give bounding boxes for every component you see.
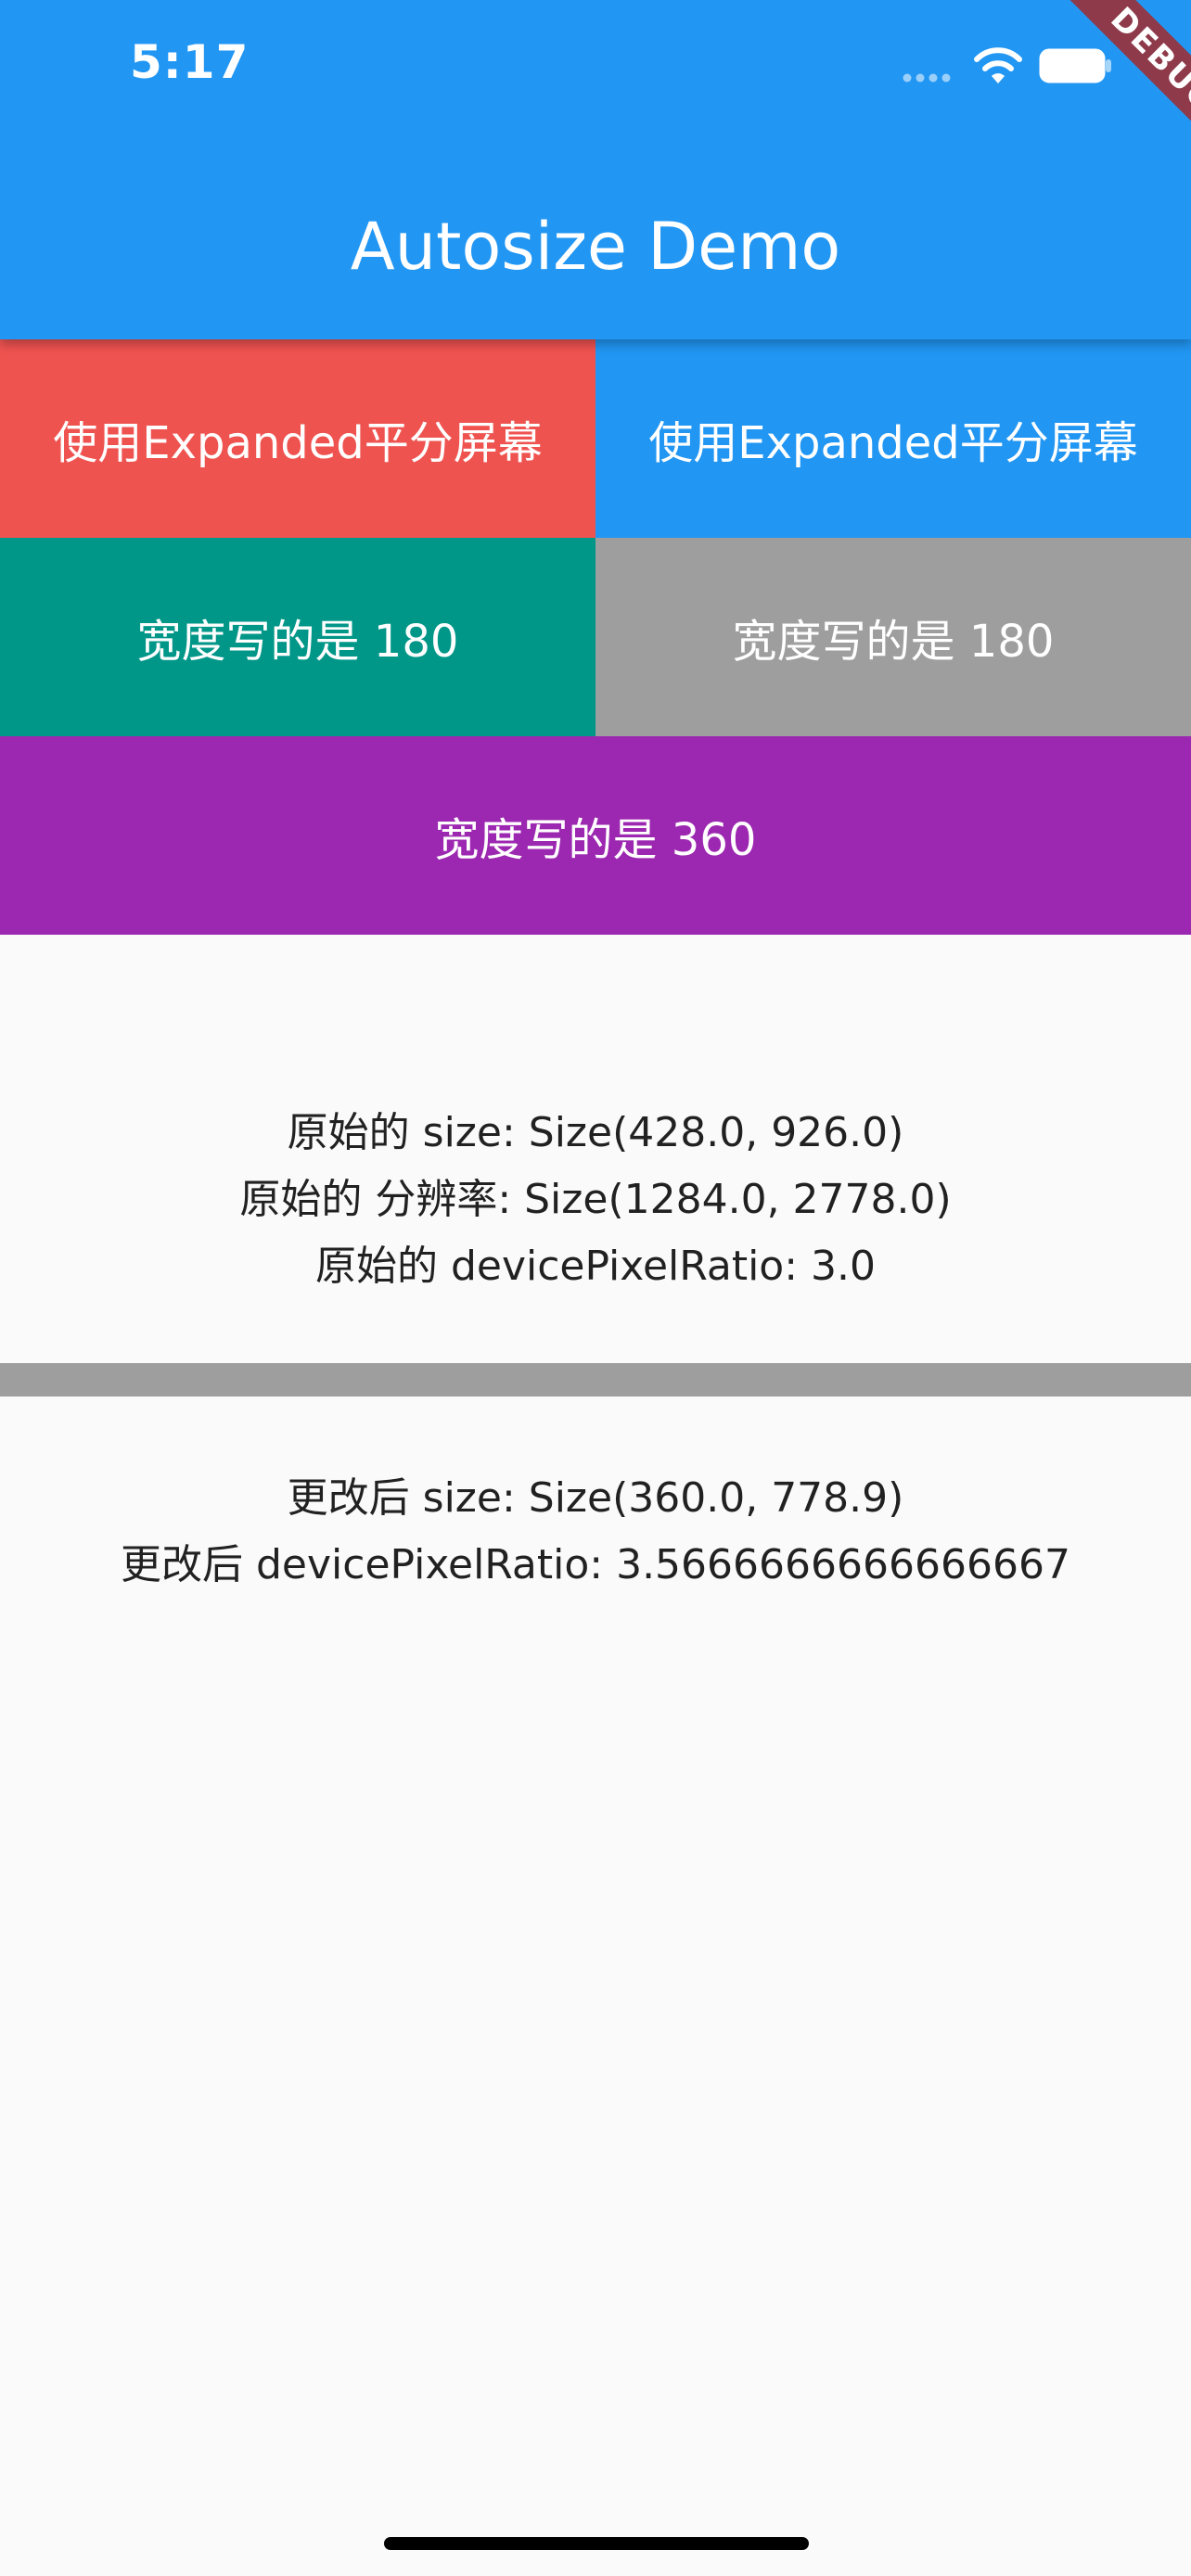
original-size-text: 原始的 size: Size(428.0, 926.0) xyxy=(287,1109,904,1156)
status-time: 5:17 xyxy=(130,35,250,89)
original-pixel-ratio-text: 原始的 devicePixelRatio: 3.0 xyxy=(314,1243,877,1290)
original-resolution-text: 原始的 分辨率: Size(1284.0, 2778.0) xyxy=(239,1176,952,1223)
signal-icon xyxy=(903,73,951,83)
changed-size-text: 更改后 size: Size(360.0, 778.9) xyxy=(287,1474,904,1522)
width-180-block-left: 宽度写的是 180 xyxy=(0,538,596,736)
width-360-block: 宽度写的是 360 xyxy=(0,736,1191,935)
wifi-icon xyxy=(974,47,1022,83)
expanded-block-right: 使用Expanded平分屏幕 xyxy=(596,339,1191,538)
changed-pixel-ratio-text: 更改后 devicePixelRatio: 3.5666666666666667 xyxy=(121,1541,1070,1588)
changed-info: 更改后 size: Size(360.0, 778.9) 更改后 deviceP… xyxy=(0,1465,1191,1599)
expanded-block-left: 使用Expanded平分屏幕 xyxy=(0,339,596,538)
original-info: 原始的 size: Size(428.0, 926.0) 原始的 分辨率: Si… xyxy=(0,1100,1191,1300)
home-indicator[interactable] xyxy=(384,2537,809,2550)
battery-icon xyxy=(1039,48,1111,83)
app-title: Autosize Demo xyxy=(350,209,841,285)
app-bar: 5:17 Autosize Demo xyxy=(0,0,1191,339)
section-divider xyxy=(0,1363,1191,1396)
width-180-block-right: 宽度写的是 180 xyxy=(596,538,1191,736)
